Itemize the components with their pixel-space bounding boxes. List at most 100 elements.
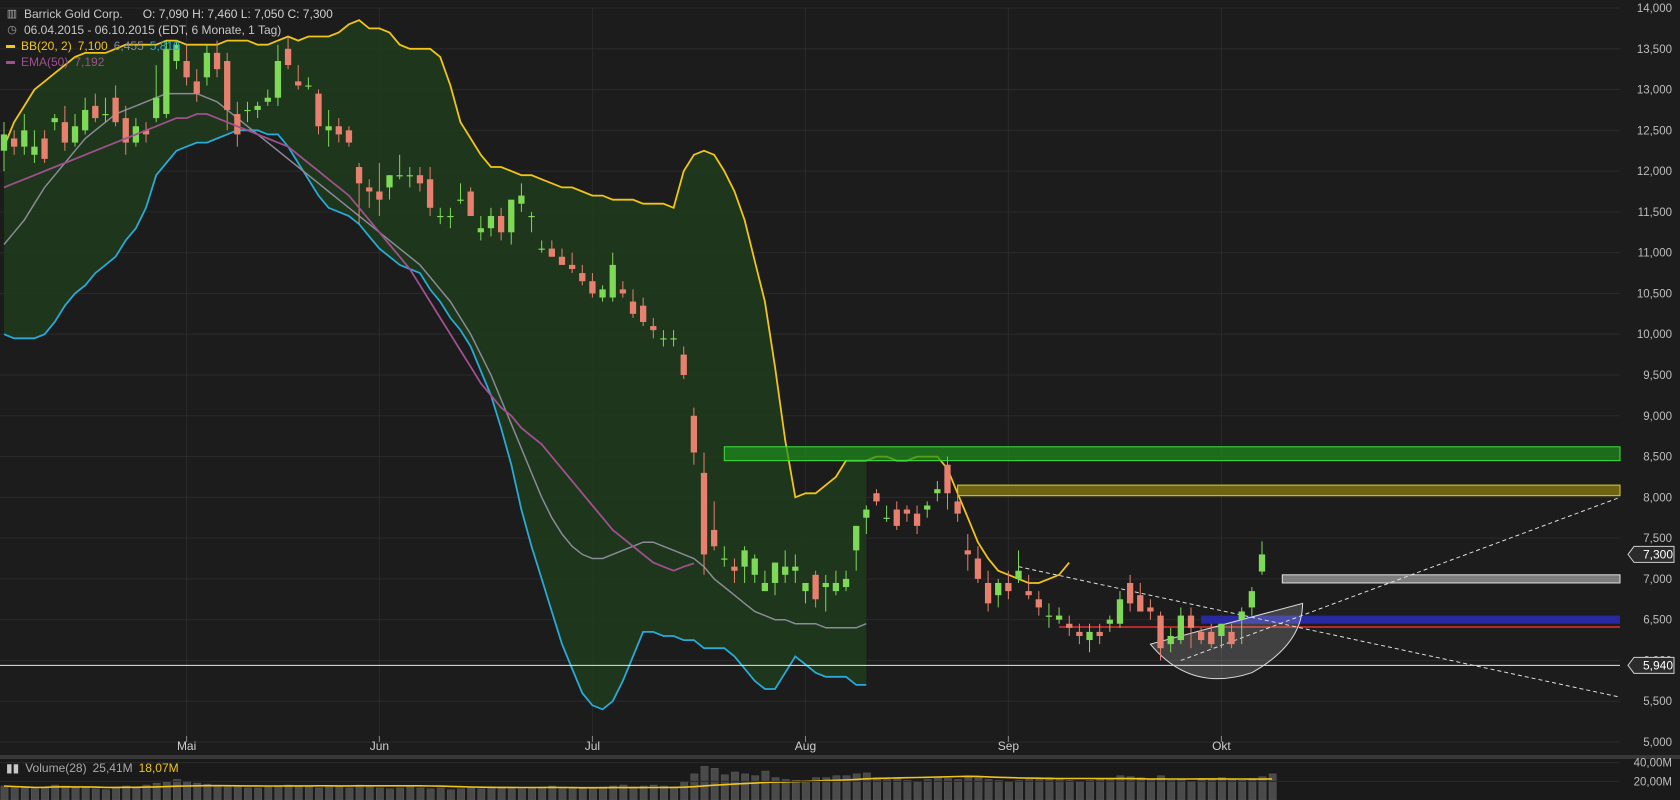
candle-56: [568, 264, 576, 269]
candle-92: [934, 489, 941, 494]
y-tick-label-12: 8,000: [1643, 492, 1672, 504]
legend-ema-row[interactable]: EMA(50) 7,192: [6, 54, 333, 70]
volume-bar-89: [903, 780, 912, 800]
candle-31: [315, 93, 322, 127]
candle-57: [579, 273, 586, 282]
candle-88: [893, 509, 900, 526]
x-tick-label-4: Sep: [998, 739, 1020, 753]
volume-bar-48: [487, 787, 496, 800]
volume-bar-71: [720, 774, 729, 800]
volume-bar-21: [213, 784, 222, 800]
resistance-zone-yellow: [957, 484, 1621, 497]
x-tick-label-5: Okt: [1212, 739, 1231, 753]
price-tag-label-1: 5,940: [1643, 658, 1673, 672]
candle-103: [1045, 615, 1053, 617]
volume-icon[interactable]: ▮▮: [6, 761, 19, 775]
volume-bar-90: [913, 781, 922, 800]
volume-label: Volume(28): [25, 761, 87, 775]
candle-93: [944, 464, 951, 494]
volume-bar-27: [274, 785, 283, 800]
legend-range: 06.04.2015 - 06.10.2015 (EDT, 6 Monate, …: [24, 23, 282, 37]
candle-115: [1167, 635, 1174, 645]
candle-75: [761, 582, 769, 592]
candle-8: [82, 109, 89, 131]
candle-70: [711, 529, 718, 547]
volume-bar-69: [700, 766, 709, 800]
candle-59: [599, 289, 606, 298]
volume-bar-75: [761, 770, 770, 800]
volume-bar-78: [791, 780, 800, 800]
volume-bar-10: [102, 789, 110, 800]
candle-36: [366, 187, 373, 192]
volume-bar-117: [1187, 781, 1196, 800]
candle-19: [193, 81, 200, 94]
candle-1: [11, 138, 18, 147]
y-tick-label-13: 7,500: [1643, 533, 1672, 545]
candle-46: [467, 191, 474, 216]
volume-bar-47: [477, 788, 486, 800]
candle-73: [741, 550, 748, 567]
y-tick-label-2: 13,000: [1637, 85, 1672, 97]
volume-bar-73: [741, 773, 749, 800]
legend-bb-label: BB(20, 2): [21, 39, 72, 53]
candle-45: [457, 199, 464, 201]
volume-bar-32: [325, 786, 334, 800]
volume-bar-52: [528, 787, 536, 800]
candle-47: [477, 228, 484, 233]
chart-type-icon[interactable]: ▥: [6, 6, 18, 22]
volume-bar-72: [731, 771, 739, 800]
volume-bar-44: [446, 789, 455, 800]
y-tick-label-18: 5,000: [1643, 737, 1672, 749]
volume-bar-11: [112, 787, 120, 800]
volume-bar-7: [71, 787, 80, 800]
candle-65: [660, 338, 667, 340]
candle-112: [1137, 595, 1144, 612]
volume-bar-28: [284, 784, 293, 800]
chart-container[interactable]: 14,000 13,500 13,000 12,500 12,000 11,500 11,0…: [0, 0, 1680, 800]
volume-panel: 40,00M 20,00M: [0, 757, 1680, 800]
volume-bar-1: [10, 786, 19, 800]
candle-91: [924, 505, 931, 510]
volume-bar-125: [1268, 773, 1277, 800]
candle-79: [802, 582, 809, 592]
candle-85: [863, 509, 870, 518]
candle-53: [538, 248, 545, 250]
candle-32: [325, 126, 332, 131]
volume-bar-36: [365, 786, 374, 800]
candle-50: [508, 199, 515, 233]
volume-bar-46: [467, 787, 476, 800]
price-chart[interactable]: 14,000 13,500 13,000 12,500 12,000 11,500 11,0…: [0, 0, 1680, 800]
volume-bar-104: [1055, 779, 1064, 800]
candle-10: [102, 114, 109, 116]
volume-bar-25: [254, 787, 263, 800]
candle-33: [335, 126, 342, 135]
clock-icon[interactable]: ◷: [6, 22, 18, 38]
volume-bar-49: [497, 786, 506, 800]
y-tick-label-6: 11,000: [1638, 248, 1672, 260]
candle-122: [1238, 611, 1245, 620]
candle-84: [853, 525, 860, 551]
volume-bar-22: [223, 785, 232, 800]
candle-111: [1126, 582, 1134, 604]
candle-110: [1116, 599, 1124, 624]
volume-bar-62: [629, 786, 638, 800]
volume-bar-101: [1025, 779, 1034, 800]
candle-120: [1218, 623, 1225, 636]
legend-bb-row[interactable]: BB(20, 2) 7,100 6,455 5,810: [6, 38, 333, 54]
candle-72: [731, 566, 738, 571]
x-tick-label-2: Jul: [585, 739, 600, 753]
volume-bar-33: [335, 785, 344, 800]
volume-bar-31: [315, 787, 323, 800]
candle-89: [903, 509, 911, 514]
candle-109: [1106, 619, 1113, 624]
candle-39: [396, 175, 403, 177]
legend-range-row: ◷ 06.04.2015 - 06.10.2015 (EDT, 6 Monate…: [6, 22, 333, 38]
volume-bar-18: [183, 781, 192, 800]
candle-97: [984, 582, 992, 604]
volume-bar-26: [264, 786, 273, 800]
candle-38: [386, 175, 393, 188]
candle-29: [295, 81, 302, 86]
volume-bar-100: [1015, 780, 1023, 800]
candle-41: [416, 175, 424, 184]
candle-100: [1015, 570, 1022, 579]
